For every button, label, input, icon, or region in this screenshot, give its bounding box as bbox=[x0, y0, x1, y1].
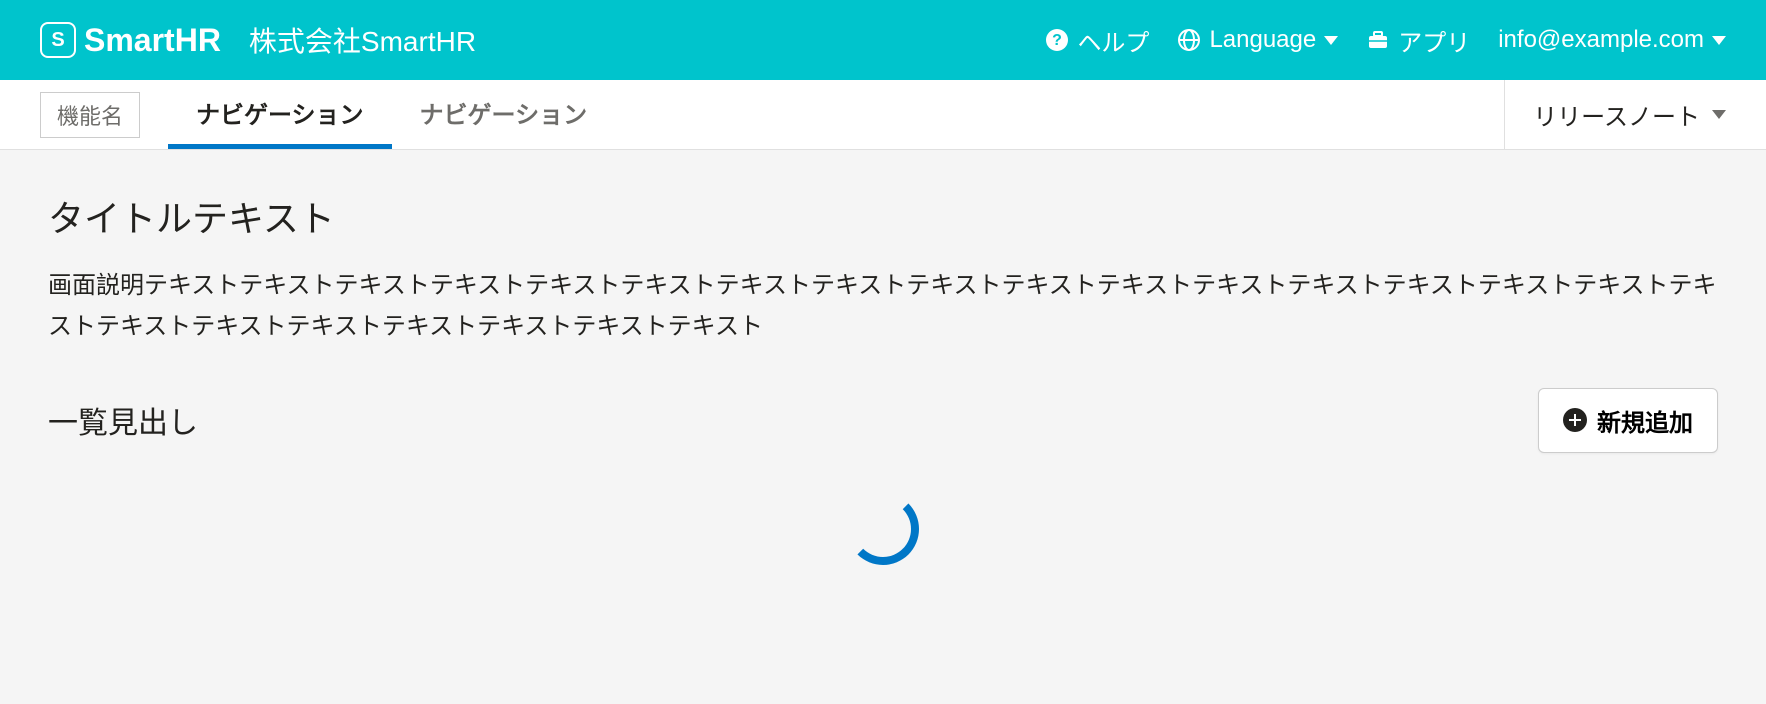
nav-tabs: ナビゲーション ナビゲーション bbox=[168, 80, 615, 149]
nav-tab-2[interactable]: ナビゲーション bbox=[392, 80, 616, 149]
chevron-down-icon bbox=[1712, 110, 1726, 119]
help-icon: ? bbox=[1045, 28, 1069, 52]
add-button[interactable]: 新規追加 bbox=[1538, 388, 1718, 453]
list-header: 一覧見出し 新規追加 bbox=[48, 388, 1718, 453]
loading-indicator bbox=[48, 453, 1718, 605]
logo-text: SmartHR bbox=[84, 22, 221, 59]
nav-tab-label: ナビゲーション bbox=[196, 95, 364, 130]
feature-name-badge: 機能名 bbox=[40, 92, 140, 138]
briefcase-icon bbox=[1366, 28, 1390, 52]
help-link[interactable]: ? ヘルプ bbox=[1045, 23, 1149, 58]
nav-tab-label: ナビゲーション bbox=[420, 95, 588, 130]
globe-icon bbox=[1177, 28, 1201, 52]
sub-navigation: 機能名 ナビゲーション ナビゲーション リリースノート bbox=[0, 80, 1766, 150]
apps-label: アプリ bbox=[1398, 23, 1470, 58]
spinner-icon bbox=[847, 493, 919, 565]
language-selector[interactable]: Language bbox=[1177, 26, 1338, 54]
svg-text:?: ? bbox=[1053, 32, 1063, 49]
help-label: ヘルプ bbox=[1077, 23, 1149, 58]
language-label: Language bbox=[1209, 26, 1316, 54]
company-name: 株式会社SmartHR bbox=[249, 20, 476, 60]
header-actions: ? ヘルプ Language アプリ info@example.com bbox=[1045, 23, 1726, 58]
user-menu[interactable]: info@example.com bbox=[1498, 26, 1726, 54]
main-content: タイトルテキスト 画面説明テキストテキストテキストテキストテキストテキストテキス… bbox=[0, 150, 1766, 645]
logo-icon: S bbox=[40, 22, 76, 58]
user-email: info@example.com bbox=[1498, 26, 1704, 54]
add-button-label: 新規追加 bbox=[1597, 403, 1693, 438]
release-notes-dropdown[interactable]: リリースノート bbox=[1504, 80, 1726, 149]
logo[interactable]: S SmartHR bbox=[40, 22, 221, 59]
list-heading: 一覧見出し bbox=[48, 398, 198, 442]
release-notes-label: リリースノート bbox=[1533, 97, 1700, 132]
page-title: タイトルテキスト bbox=[48, 190, 1718, 242]
global-header: S SmartHR 株式会社SmartHR ? ヘルプ Language アプリ… bbox=[0, 0, 1766, 80]
plus-circle-icon bbox=[1563, 408, 1587, 432]
page-description: 画面説明テキストテキストテキストテキストテキストテキストテキストテキストテキスト… bbox=[48, 266, 1718, 348]
nav-tab-1[interactable]: ナビゲーション bbox=[168, 80, 392, 149]
chevron-down-icon bbox=[1712, 36, 1726, 45]
chevron-down-icon bbox=[1324, 36, 1338, 45]
apps-link[interactable]: アプリ bbox=[1366, 23, 1470, 58]
